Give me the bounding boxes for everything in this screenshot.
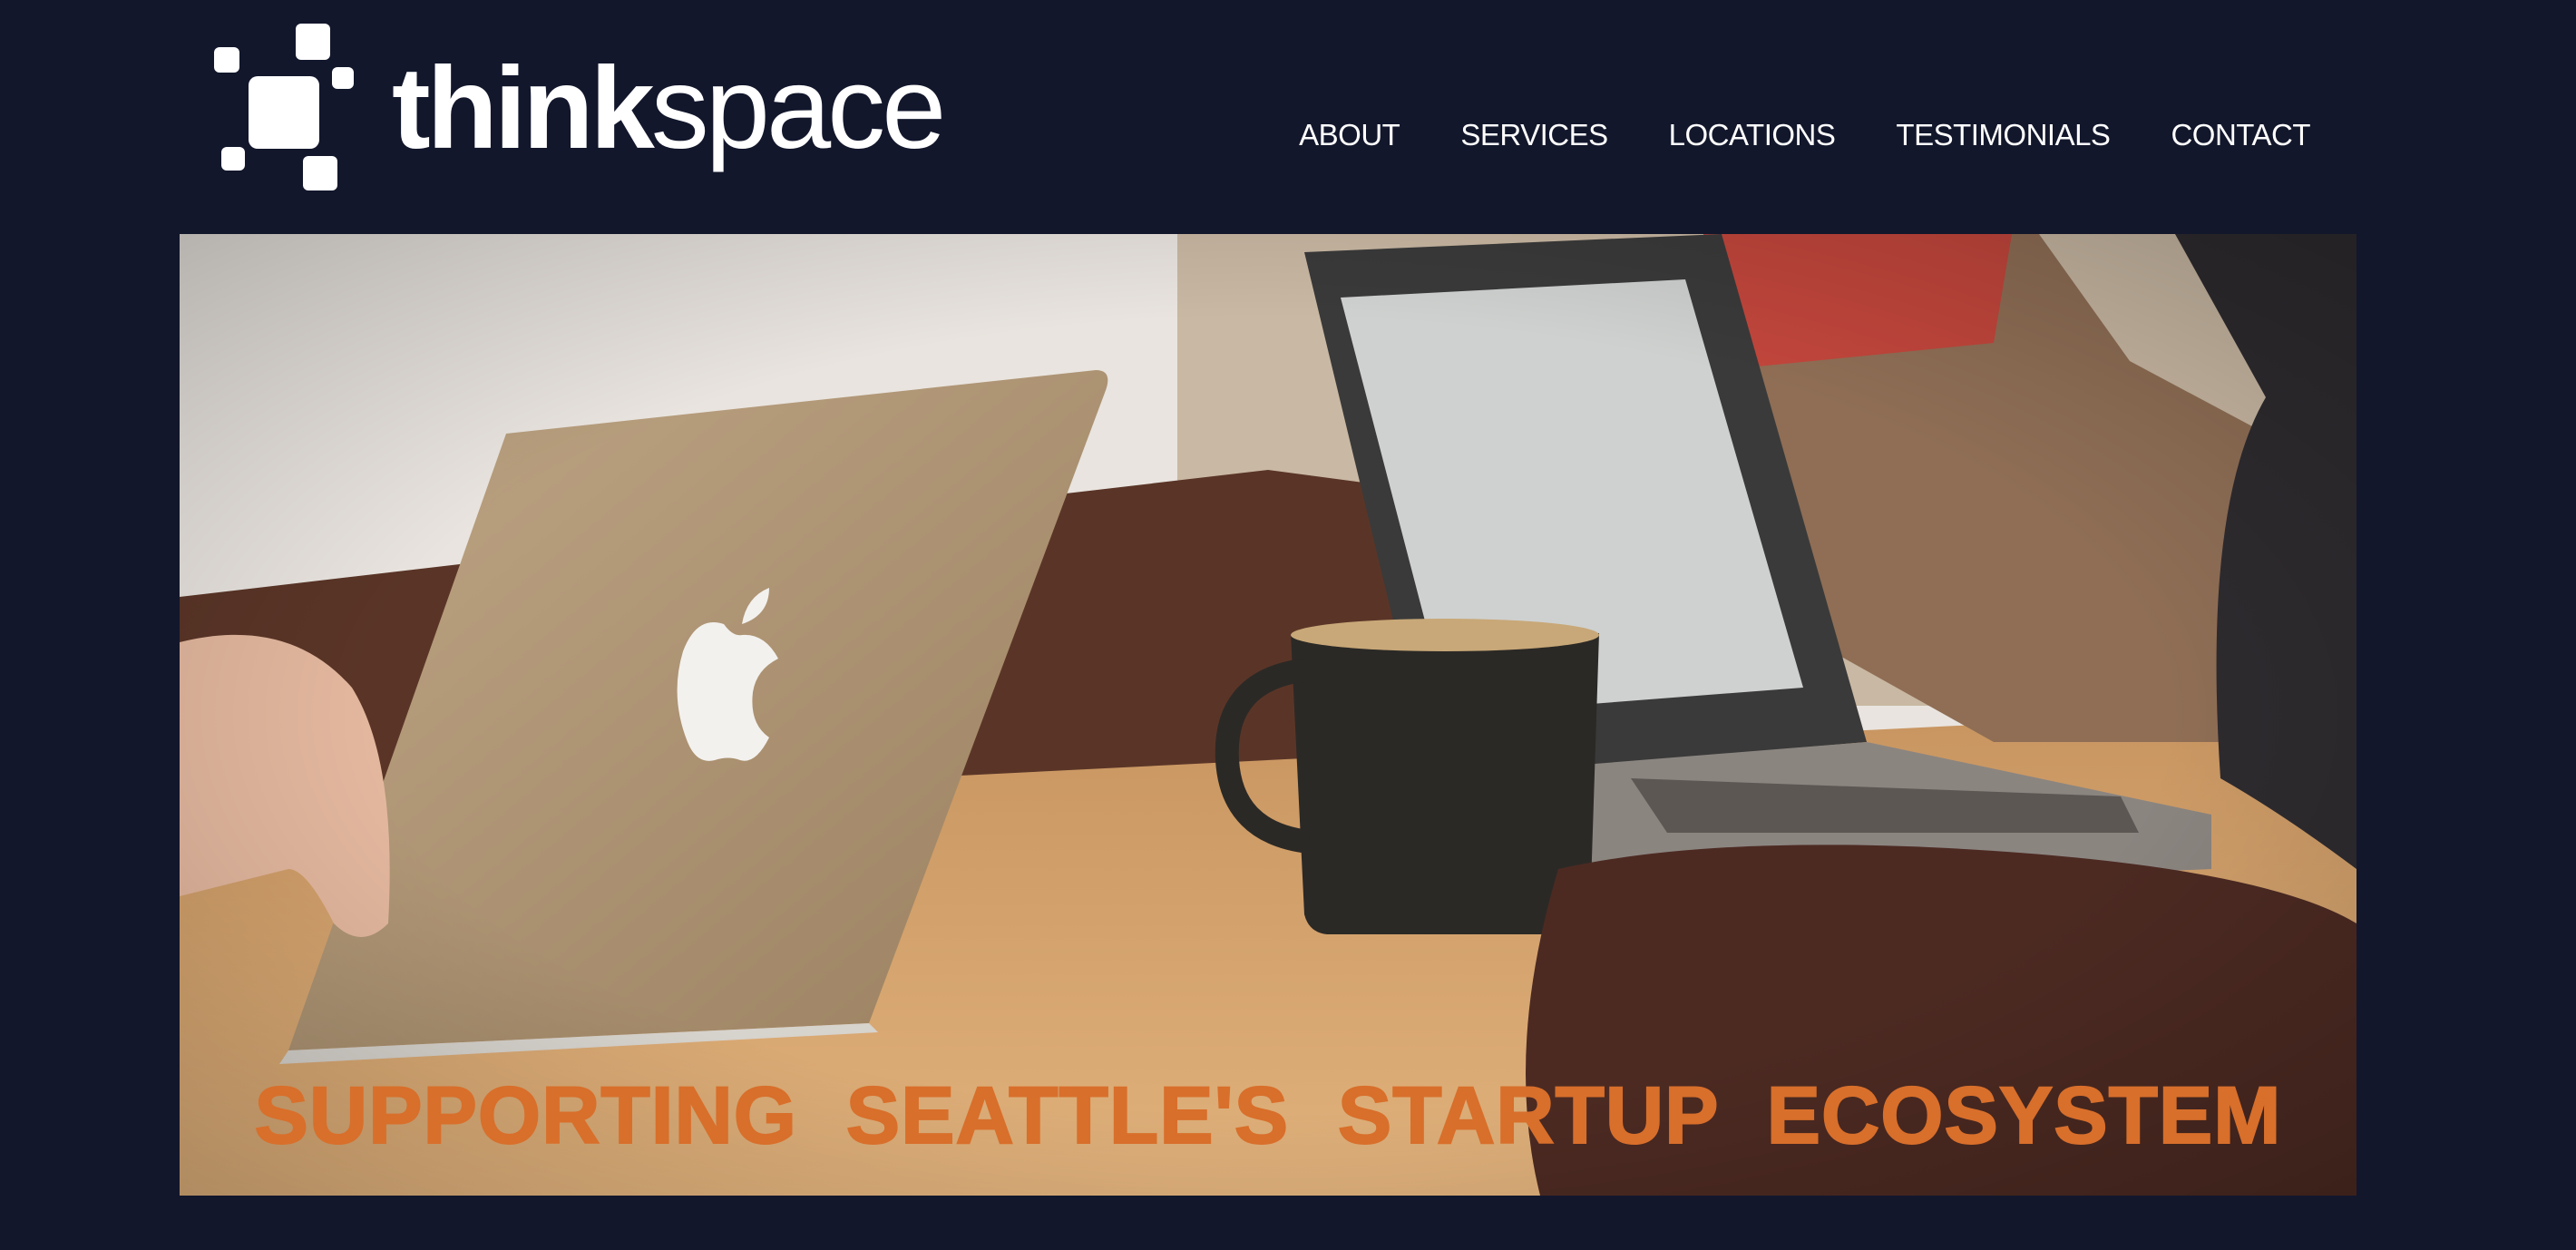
logo-link[interactable]: thinkspace bbox=[214, 24, 958, 190]
site-header: thinkspace ABOUT SERVICES LOCATIONS TEST… bbox=[0, 0, 2576, 234]
nav-testimonials[interactable]: TESTIMONIALS bbox=[1896, 114, 2111, 156]
main-nav: ABOUT SERVICES LOCATIONS TESTIMONIALS CO… bbox=[1299, 114, 2310, 156]
nav-locations[interactable]: LOCATIONS bbox=[1669, 114, 1836, 156]
nav-services[interactable]: SERVICES bbox=[1460, 114, 1608, 156]
nav-contact[interactable]: CONTACT bbox=[2171, 114, 2310, 156]
logo-text-light: space bbox=[650, 44, 947, 173]
hero-photo bbox=[180, 234, 2356, 1196]
thinkspace-logo-icon bbox=[214, 24, 359, 190]
logo-text-bold: think bbox=[392, 44, 655, 173]
hero-tagline: SUPPORTING SEATTLE'S STARTUP ECOSYSTEM bbox=[254, 1069, 2282, 1161]
logo-wordmark: thinkspace bbox=[392, 51, 946, 167]
hero-banner: SUPPORTING SEATTLE'S STARTUP ECOSYSTEM bbox=[180, 234, 2356, 1196]
nav-about[interactable]: ABOUT bbox=[1299, 114, 1400, 156]
